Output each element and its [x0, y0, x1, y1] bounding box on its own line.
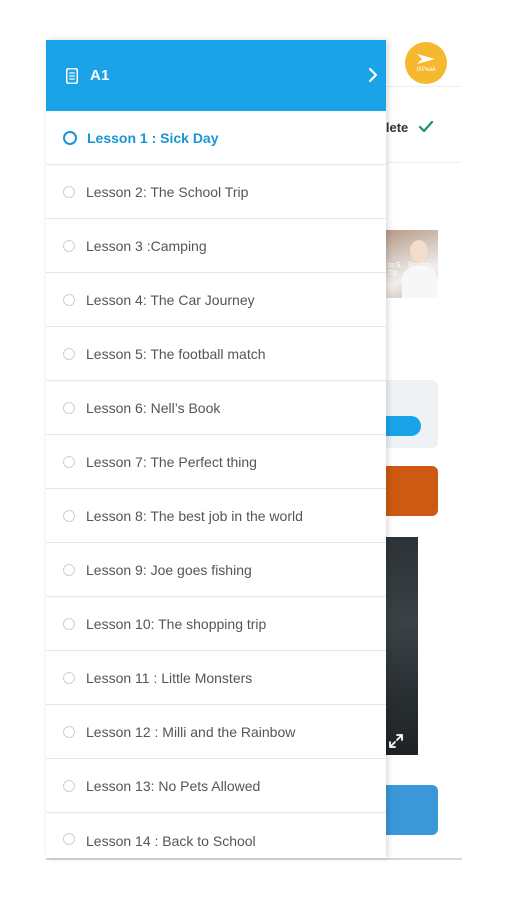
lesson-item[interactable]: Lesson 13: No Pets Allowed	[46, 759, 386, 813]
lesson-label: Lesson 12 : Milli and the Rainbow	[86, 723, 296, 740]
app-screen: IXPeak nplete to S... English Tip A1 Les…	[0, 0, 507, 900]
video-player[interactable]	[386, 537, 418, 755]
lesson-item[interactable]: Lesson 14 : Back to School	[46, 813, 386, 858]
lesson-item[interactable]: Lesson 1 : Sick Day	[46, 111, 386, 165]
lesson-item[interactable]: Lesson 8: The best job in the world	[46, 489, 386, 543]
orange-action-button[interactable]	[386, 466, 438, 516]
lesson-label: Lesson 7: The Perfect thing	[86, 453, 257, 470]
radio-icon	[63, 725, 75, 738]
lesson-item[interactable]: Lesson 11 : Little Monsters	[46, 651, 386, 705]
lesson-label: Lesson 2: The School Trip	[86, 183, 249, 200]
lesson-label: Lesson 10: The shopping trip	[86, 615, 267, 632]
thumbnail-face	[410, 240, 428, 262]
drawer-header[interactable]: A1	[46, 40, 386, 111]
radio-icon	[63, 347, 75, 360]
radio-icon	[63, 455, 75, 468]
radio-icon	[63, 509, 75, 522]
radio-selected-icon	[63, 130, 77, 145]
brand-logo[interactable]: IXPeak	[405, 42, 447, 84]
document-icon	[66, 67, 78, 84]
chevron-right-icon[interactable]	[360, 60, 386, 90]
lesson-item[interactable]: Lesson 9: Joe goes fishing	[46, 543, 386, 597]
lesson-label: Lesson 8: The best job in the world	[86, 507, 303, 524]
radio-icon	[63, 293, 75, 306]
lesson-item[interactable]: Lesson 3 :Camping	[46, 219, 386, 273]
lesson-label: Lesson 6: Nell’s Book	[86, 399, 221, 416]
lesson-label: Lesson 5: The football match	[86, 345, 266, 362]
radio-icon	[63, 671, 75, 684]
lesson-item[interactable]: Lesson 2: The School Trip	[46, 165, 386, 219]
lesson-label: Lesson 3 :Camping	[86, 237, 207, 254]
radio-icon	[63, 833, 75, 845]
expand-icon[interactable]	[388, 733, 404, 749]
status-divider	[385, 162, 461, 163]
lesson-item[interactable]: Lesson 6: Nell’s Book	[46, 381, 386, 435]
lesson-label: Lesson 13: No Pets Allowed	[86, 777, 261, 794]
lesson-list: Lesson 1 : Sick Day Lesson 2: The School …	[46, 111, 386, 858]
radio-icon	[63, 239, 75, 252]
radio-icon	[63, 401, 75, 414]
bottom-divider	[46, 858, 462, 860]
lesson-label: Lesson 4: The Car Journey	[86, 291, 255, 308]
lesson-item[interactable]: Lesson 10: The shopping trip	[46, 597, 386, 651]
blue-action-button[interactable]	[386, 785, 438, 835]
lesson-label: Lesson 14 : Back to School	[86, 833, 256, 849]
radio-icon	[63, 617, 75, 630]
lesson-label: Lesson 9: Joe goes fishing	[86, 561, 252, 578]
lesson-item[interactable]: Lesson 12 : Milli and the Rainbow	[46, 705, 386, 759]
logo-mark-icon	[417, 54, 435, 64]
level-title: A1	[90, 67, 110, 84]
lesson-label: Lesson 11 : Little Monsters	[86, 669, 253, 686]
lesson-item[interactable]: Lesson 7: The Perfect thing	[46, 435, 386, 489]
lesson-item[interactable]: Lesson 5: The football match	[46, 327, 386, 381]
lesson-label: Lesson 1 : Sick Day	[87, 129, 219, 146]
lesson-drawer: A1 Lesson 1 : Sick Day Lesson 2: The Scho…	[46, 40, 386, 858]
check-icon	[419, 120, 434, 133]
logo-text: IXPeak	[416, 67, 436, 73]
lesson-thumbnail[interactable]: to S... English Tip	[386, 230, 438, 298]
radio-icon	[63, 779, 75, 792]
thumbnail-caption: to S... English Tip	[388, 262, 432, 277]
header-divider	[385, 86, 461, 87]
radio-icon	[63, 563, 75, 576]
progress-pill	[386, 416, 421, 436]
radio-icon	[63, 185, 75, 198]
lesson-item[interactable]: Lesson 4: The Car Journey	[46, 273, 386, 327]
progress-panel	[386, 380, 438, 448]
